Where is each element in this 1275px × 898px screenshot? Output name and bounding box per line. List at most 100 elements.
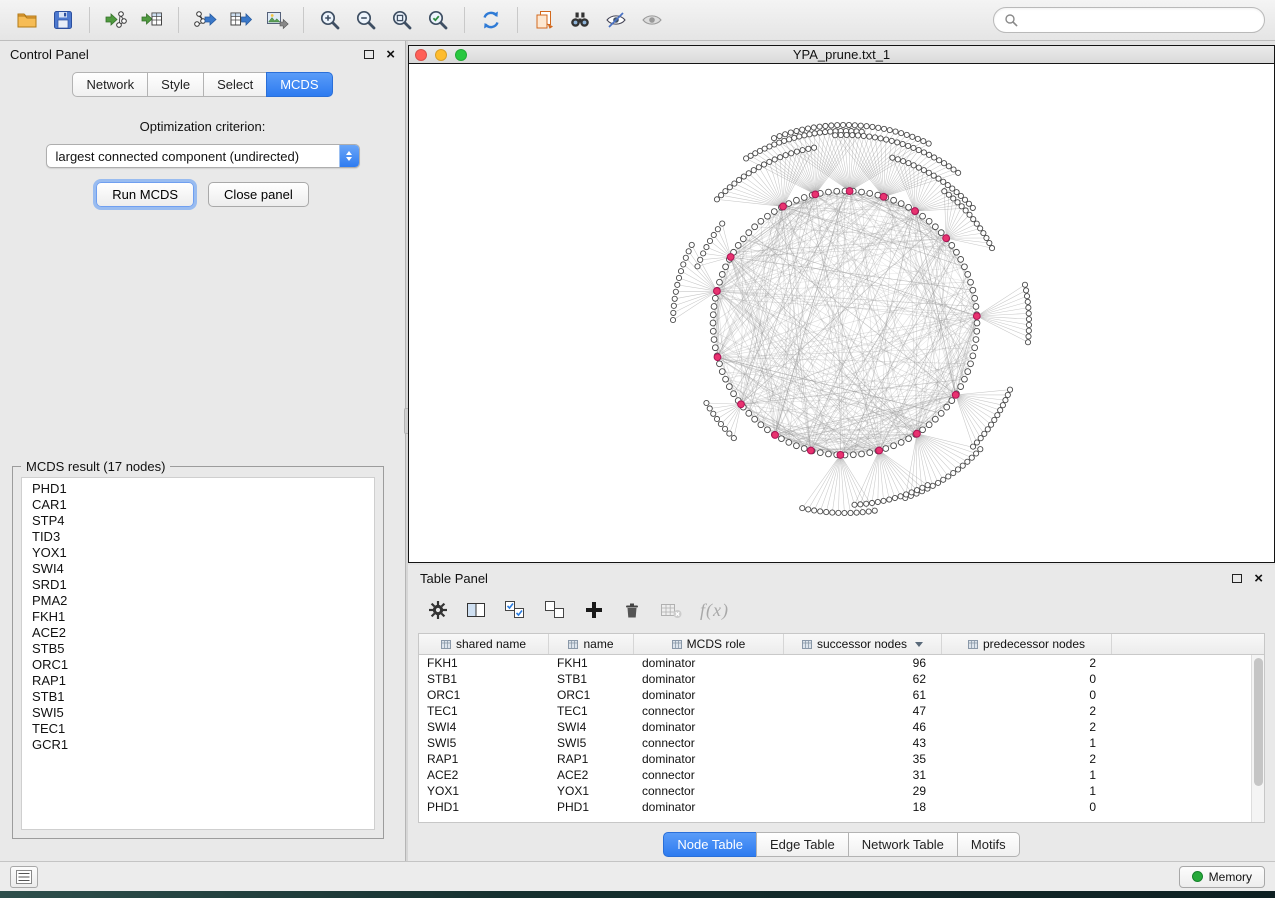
cell-0[interactable]: SWI4: [419, 719, 549, 735]
column-header[interactable]: name: [549, 634, 634, 654]
network-hub-node[interactable]: [952, 391, 959, 398]
cell-1[interactable]: TEC1: [549, 703, 634, 719]
cell-2[interactable]: dominator: [634, 751, 784, 767]
cell-4[interactable]: 2: [942, 719, 1112, 735]
import-table-button[interactable]: [135, 4, 169, 36]
cell-1[interactable]: PHD1: [549, 799, 634, 815]
network-hub-node[interactable]: [738, 401, 745, 408]
close-panel-icon[interactable]: ×: [386, 47, 395, 62]
table-settings-button[interactable]: [428, 600, 448, 620]
table-row[interactable]: YOX1YOX1connector291: [419, 783, 1264, 799]
duplicate-network-button[interactable]: [527, 4, 561, 36]
result-node[interactable]: TEC1: [22, 721, 374, 737]
cell-4[interactable]: 0: [942, 799, 1112, 815]
delete-column-button[interactable]: [622, 600, 642, 620]
refresh-layout-button[interactable]: [474, 4, 508, 36]
export-image-button[interactable]: [260, 4, 294, 36]
function-builder-button[interactable]: f(x): [700, 600, 729, 621]
optimization-criterion-select[interactable]: largest connected component (undirected): [46, 144, 360, 168]
cell-2[interactable]: dominator: [634, 671, 784, 687]
cell-4[interactable]: 0: [942, 671, 1112, 687]
network-hub-node[interactable]: [714, 288, 721, 295]
cell-2[interactable]: dominator: [634, 687, 784, 703]
chevron-down-icon[interactable]: [915, 642, 923, 647]
tab-edge-table[interactable]: Edge Table: [756, 832, 849, 857]
cell-3[interactable]: 61: [784, 687, 942, 703]
cell-1[interactable]: YOX1: [549, 783, 634, 799]
column-header[interactable]: predecessor nodes: [942, 634, 1112, 654]
cell-3[interactable]: 31: [784, 767, 942, 783]
show-hide-button[interactable]: [635, 4, 669, 36]
cell-1[interactable]: RAP1: [549, 751, 634, 767]
cell-1[interactable]: SWI5: [549, 735, 634, 751]
cell-4[interactable]: 1: [942, 735, 1112, 751]
export-table-button[interactable]: [224, 4, 258, 36]
network-hub-node[interactable]: [727, 254, 734, 261]
cell-4[interactable]: 2: [942, 703, 1112, 719]
memory-button[interactable]: Memory: [1179, 866, 1265, 888]
network-hub-node[interactable]: [913, 430, 920, 437]
result-node[interactable]: TID3: [22, 529, 374, 545]
float-panel-icon[interactable]: [1232, 574, 1242, 583]
network-hub-node[interactable]: [807, 447, 814, 454]
network-window-titlebar[interactable]: YPA_prune.txt_1: [409, 46, 1274, 64]
cell-3[interactable]: 29: [784, 783, 942, 799]
minimize-window-icon[interactable]: [435, 49, 447, 61]
network-hub-node[interactable]: [812, 191, 819, 198]
cell-0[interactable]: SWI5: [419, 735, 549, 751]
open-session-button[interactable]: [10, 4, 44, 36]
tab-network[interactable]: Network: [72, 72, 148, 97]
close-panel-button[interactable]: Close panel: [208, 182, 309, 207]
cell-2[interactable]: connector: [634, 703, 784, 719]
cell-0[interactable]: RAP1: [419, 751, 549, 767]
cell-1[interactable]: SWI4: [549, 719, 634, 735]
cell-3[interactable]: 62: [784, 671, 942, 687]
tab-mcds[interactable]: MCDS: [266, 72, 332, 97]
table-row[interactable]: RAP1RAP1dominator352: [419, 751, 1264, 767]
result-node[interactable]: ORC1: [22, 657, 374, 673]
global-search-box[interactable]: [993, 7, 1265, 33]
float-panel-icon[interactable]: [364, 50, 374, 59]
cell-4[interactable]: 0: [942, 687, 1112, 703]
search-input[interactable]: [1024, 13, 1254, 27]
network-hub-node[interactable]: [876, 447, 883, 454]
cell-2[interactable]: dominator: [634, 655, 784, 671]
cell-3[interactable]: 96: [784, 655, 942, 671]
cell-2[interactable]: connector: [634, 783, 784, 799]
cell-3[interactable]: 46: [784, 719, 942, 735]
zoom-selected-button[interactable]: [421, 4, 455, 36]
result-node[interactable]: STB1: [22, 689, 374, 705]
result-node[interactable]: STP4: [22, 513, 374, 529]
table-row[interactable]: STB1STB1dominator620: [419, 671, 1264, 687]
close-panel-icon[interactable]: ×: [1254, 571, 1263, 586]
result-node[interactable]: SWI4: [22, 561, 374, 577]
tab-select[interactable]: Select: [203, 72, 267, 97]
result-node[interactable]: PHD1: [22, 481, 374, 497]
cell-3[interactable]: 18: [784, 799, 942, 815]
deselect-all-button[interactable]: [544, 600, 566, 620]
maximize-window-icon[interactable]: [455, 49, 467, 61]
network-svg[interactable]: [409, 64, 1274, 562]
table-scrollbar[interactable]: [1251, 655, 1264, 822]
search-neighbors-button[interactable]: [563, 4, 597, 36]
cell-2[interactable]: dominator: [634, 719, 784, 735]
select-all-button[interactable]: [504, 600, 526, 620]
result-node[interactable]: STB5: [22, 641, 374, 657]
graphics-details-button[interactable]: [599, 4, 633, 36]
show-columns-button[interactable]: [466, 600, 486, 620]
result-node[interactable]: RAP1: [22, 673, 374, 689]
network-hub-node[interactable]: [837, 452, 844, 459]
zoom-fit-button[interactable]: [385, 4, 419, 36]
cell-4[interactable]: 1: [942, 767, 1112, 783]
result-node[interactable]: PMA2: [22, 593, 374, 609]
select-stepper-icon[interactable]: [339, 145, 359, 167]
result-node[interactable]: SRD1: [22, 577, 374, 593]
network-hub-node[interactable]: [912, 208, 919, 215]
cell-4[interactable]: 2: [942, 751, 1112, 767]
table-row[interactable]: PHD1PHD1dominator180: [419, 799, 1264, 815]
result-node[interactable]: FKH1: [22, 609, 374, 625]
import-network-button[interactable]: [99, 4, 133, 36]
cell-1[interactable]: ORC1: [549, 687, 634, 703]
cell-2[interactable]: connector: [634, 767, 784, 783]
add-column-button[interactable]: [584, 600, 604, 620]
